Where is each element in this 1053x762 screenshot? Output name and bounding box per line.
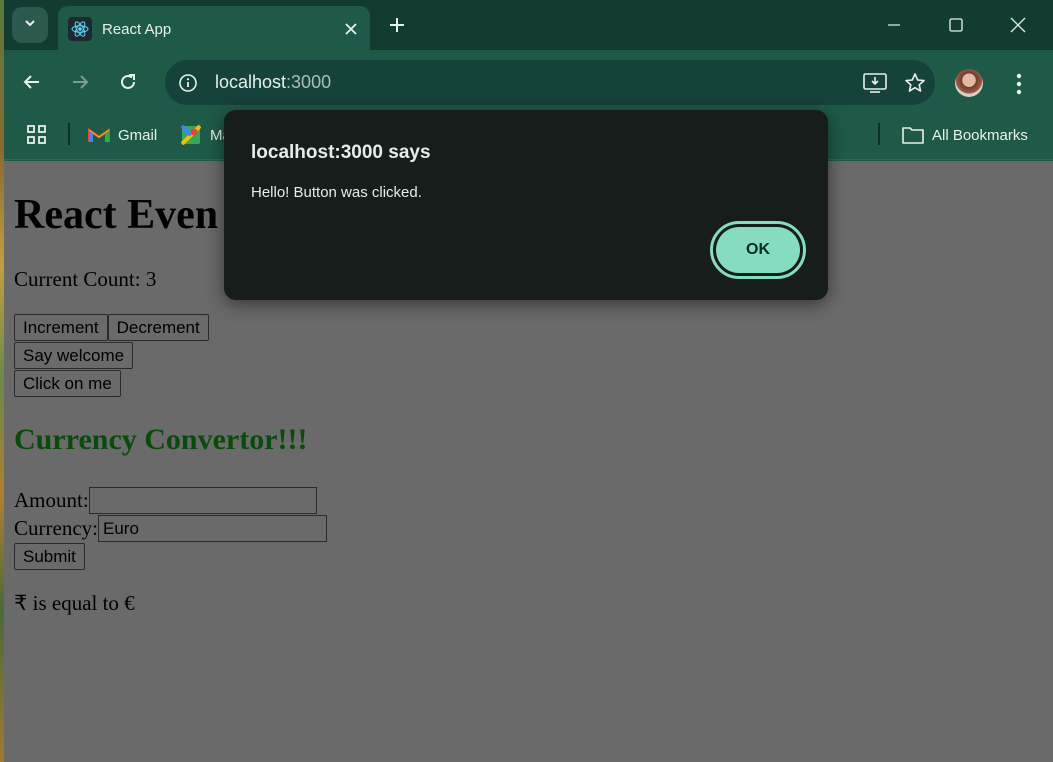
arrow-right-icon	[70, 72, 90, 97]
ok-button[interactable]: OK	[710, 221, 806, 279]
site-info-icon[interactable]	[175, 70, 201, 96]
react-favicon-icon	[68, 17, 92, 41]
menu-kebab-icon[interactable]	[1004, 66, 1034, 102]
browser-window: React App localhost:3000 Gmail Ma All Bo…	[4, 0, 1053, 762]
ok-button-label: OK	[716, 227, 800, 273]
increment-button[interactable]: Increment	[14, 314, 108, 341]
new-tab-button[interactable]	[382, 10, 412, 40]
decrement-button[interactable]: Decrement	[107, 314, 209, 341]
close-window-button[interactable]	[988, 0, 1048, 50]
url-text[interactable]: localhost:3000	[215, 72, 855, 93]
browser-toolbar: localhost:3000	[4, 50, 1053, 118]
currency-input[interactable]: Euro	[97, 515, 327, 542]
chevron-down-icon	[23, 16, 37, 35]
amount-row: Amount:	[14, 487, 317, 514]
apps-grid-icon[interactable]	[24, 122, 50, 148]
tab-strip: React App	[4, 0, 1053, 52]
alert-dialog: localhost:3000 says Hello! Button was cl…	[224, 110, 828, 300]
currency-row: Currency: Euro	[14, 515, 327, 542]
maximize-button[interactable]	[926, 0, 986, 50]
install-app-icon[interactable]	[855, 63, 895, 103]
bookmark-separator	[68, 123, 70, 145]
tab-react-app[interactable]: React App	[58, 6, 370, 52]
bookmark-separator	[878, 123, 880, 145]
dialog-title: localhost:3000 says	[251, 142, 431, 163]
bookmark-gmail[interactable]: Gmail	[88, 122, 157, 148]
all-bookmarks-label: All Bookmarks	[932, 126, 1028, 144]
currency-heading: Currency Convertor!!!	[14, 423, 308, 456]
gmail-icon	[88, 124, 110, 146]
bookmark-label: Gmail	[118, 126, 158, 144]
url-port: :3000	[286, 72, 332, 92]
minimize-button[interactable]	[864, 0, 924, 50]
tab-close-icon[interactable]	[336, 14, 366, 44]
all-bookmarks-button[interactable]: All Bookmarks	[902, 122, 1028, 148]
submit-button[interactable]: Submit	[14, 543, 85, 570]
page-title: React Even	[14, 192, 219, 238]
conversion-result: ₹ is equal to €	[14, 591, 135, 615]
reload-button[interactable]	[110, 66, 146, 102]
counter-buttons: Increment Decrement	[14, 314, 209, 341]
submit-row: Submit	[14, 543, 85, 570]
amount-input[interactable]	[88, 487, 317, 514]
address-bar[interactable]: localhost:3000	[165, 60, 935, 105]
arrow-left-icon	[22, 72, 42, 97]
maps-icon	[180, 124, 202, 146]
bookmark-star-icon[interactable]	[895, 63, 935, 103]
click-row: Click on me	[14, 370, 121, 397]
welcome-row: Say welcome	[14, 342, 134, 369]
click-on-me-button[interactable]: Click on me	[14, 370, 121, 397]
forward-button[interactable]	[62, 66, 98, 102]
url-host: localhost	[215, 72, 287, 92]
tab-title: React App	[102, 20, 172, 38]
reload-icon	[118, 72, 138, 97]
amount-label: Amount:	[14, 488, 89, 512]
folder-icon	[902, 124, 924, 146]
say-welcome-button[interactable]: Say welcome	[14, 342, 134, 369]
profile-avatar[interactable]	[955, 69, 983, 97]
tab-search-button[interactable]	[12, 7, 48, 43]
back-button[interactable]	[14, 66, 50, 102]
dialog-message: Hello! Button was clicked.	[251, 184, 422, 201]
currency-label: Currency:	[14, 516, 98, 540]
current-count: Current Count: 3	[14, 267, 157, 291]
